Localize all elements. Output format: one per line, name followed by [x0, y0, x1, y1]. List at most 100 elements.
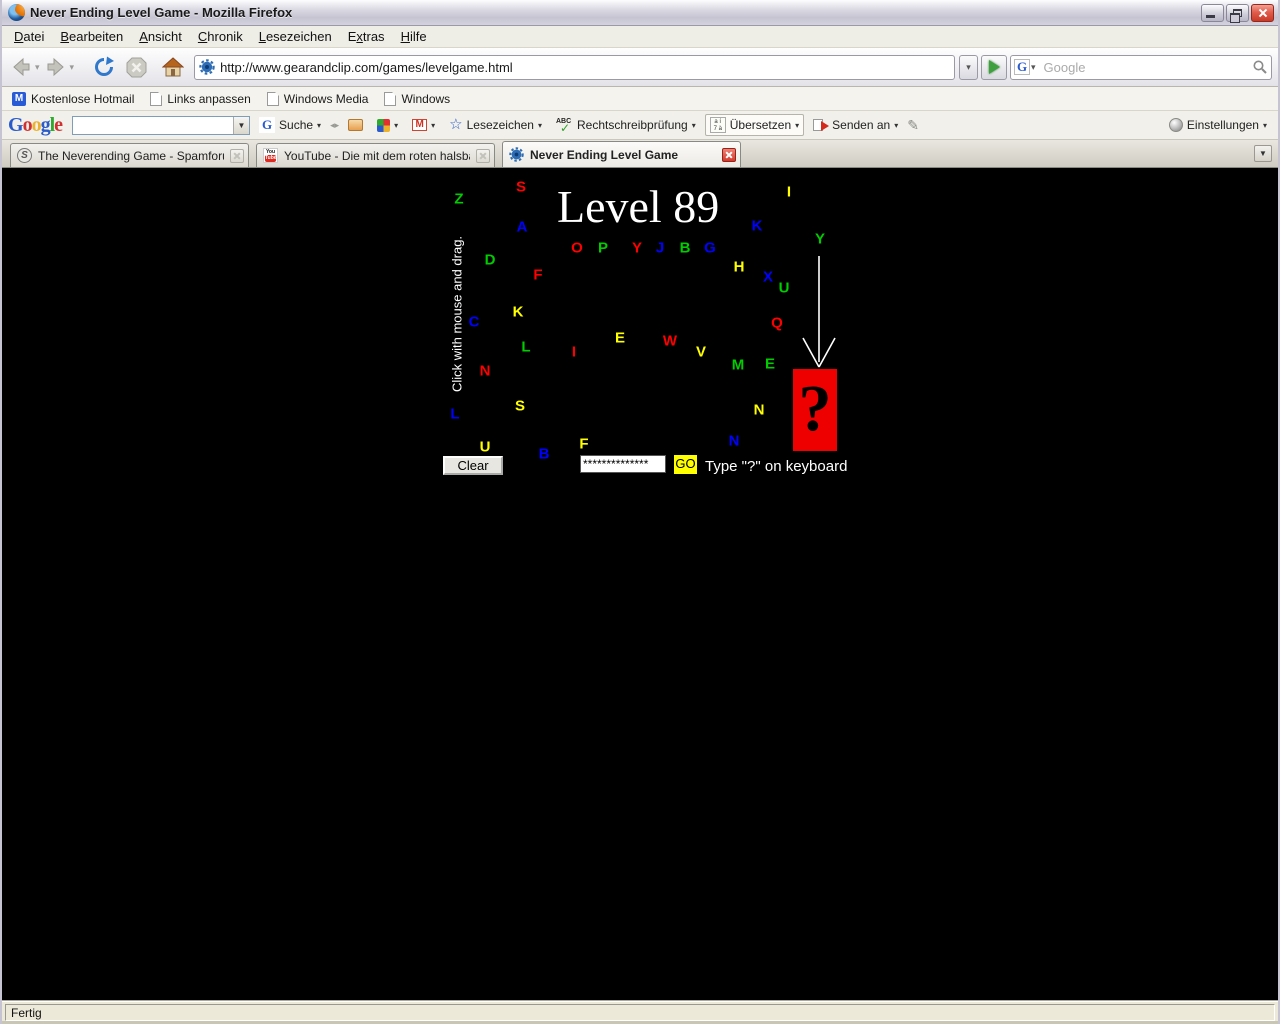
home-button[interactable]	[160, 52, 186, 82]
game-letter-n[interactable]: N	[729, 433, 740, 450]
forward-dropdown-icon[interactable]: ▾	[70, 62, 75, 73]
stop-button[interactable]	[123, 52, 150, 82]
game-letter-n[interactable]: N	[754, 402, 765, 419]
highlighter-icon[interactable]: ✎	[907, 117, 919, 134]
share-button[interactable]: ▾	[372, 116, 403, 135]
game-letter-u[interactable]: U	[779, 280, 790, 297]
reload-button[interactable]	[91, 52, 117, 82]
bookmark-item[interactable]: Links anpassen	[146, 90, 258, 108]
pagerank-button[interactable]	[343, 116, 368, 134]
hotmail-icon: M	[12, 92, 26, 106]
menu-datei[interactable]: Datei	[6, 27, 52, 46]
magnifier-icon[interactable]	[1252, 59, 1268, 75]
url-input[interactable]	[220, 60, 950, 75]
game-letter-s[interactable]: S	[516, 179, 526, 196]
bookmark-item[interactable]: Windows Media	[263, 90, 377, 108]
status-bar: Fertig	[2, 1000, 1278, 1024]
url-history-dropdown[interactable]: ▾	[959, 55, 978, 80]
game-letter-w[interactable]: W	[663, 333, 677, 350]
clear-button[interactable]: Clear	[443, 456, 503, 475]
game-letter-f[interactable]: F	[579, 436, 588, 453]
game-letter-h[interactable]: H	[734, 259, 745, 276]
menu-chronik[interactable]: Chronik	[190, 27, 251, 46]
game-letter-b[interactable]: B	[680, 240, 691, 257]
game-letter-j[interactable]: J	[656, 240, 664, 257]
tab-inactive[interactable]: SThe Neverending Game - Spamforum -...	[10, 143, 249, 167]
google-search-dropdown-icon[interactable]: ▼	[233, 117, 249, 134]
bookmark-item[interactable]: Windows	[380, 90, 458, 108]
game-letter-g[interactable]: G	[704, 240, 716, 257]
game-letter-k[interactable]: K	[513, 304, 524, 321]
game-letter-e[interactable]: E	[615, 330, 625, 347]
game-letter-y[interactable]: Y	[815, 231, 825, 248]
translate-button[interactable]: a í 7 à Übersetzen ▾	[705, 114, 804, 136]
menu-ansicht[interactable]: Ansicht	[131, 27, 190, 46]
game-letter-z[interactable]: Z	[454, 191, 463, 208]
game-letter-e[interactable]: E	[765, 356, 775, 373]
google-search-input[interactable]	[73, 117, 233, 134]
game-letter-i[interactable]: I	[572, 344, 576, 361]
drag-instruction-vertical: Click with mouse and drag.	[450, 236, 465, 392]
back-button[interactable]	[8, 52, 34, 82]
pagerank-icon	[348, 119, 363, 131]
game-letter-o[interactable]: O	[571, 240, 583, 257]
back-arrow-icon	[10, 56, 32, 78]
settings-button[interactable]: Einstellungen ▾	[1164, 115, 1272, 135]
game-letter-d[interactable]: D	[485, 252, 496, 269]
minimize-button[interactable]	[1201, 4, 1224, 22]
tab-inactive[interactable]: YouTubeYouTube - Die mit dem roten halsb…	[256, 143, 495, 167]
forward-button[interactable]	[43, 52, 69, 82]
password-input[interactable]	[580, 455, 666, 473]
go-button[interactable]: GO	[674, 455, 697, 474]
go-navigate-button[interactable]	[981, 55, 1007, 80]
stop-icon	[125, 56, 148, 79]
game-letter-b[interactable]: B	[539, 446, 550, 463]
lesezeichen-button[interactable]: ☆ Lesezeichen ▾	[444, 115, 547, 135]
send-to-button[interactable]: Senden an ▾	[808, 115, 903, 135]
google-search-field[interactable]: ▼	[72, 116, 250, 135]
web-search-box[interactable]: G ▾	[1010, 55, 1272, 80]
restore-button[interactable]	[1226, 4, 1249, 22]
game-letter-n[interactable]: N	[480, 363, 491, 380]
chevron-down-icon: ▾	[795, 121, 799, 130]
mystery-question-box[interactable]: ?	[793, 369, 837, 451]
url-bar[interactable]	[194, 55, 955, 80]
bookmark-item[interactable]: MKostenlose Hotmail	[8, 90, 142, 108]
menu-bearbeiten[interactable]: Bearbeiten	[52, 27, 131, 46]
game-letter-f[interactable]: F	[533, 267, 542, 284]
game-letter-y[interactable]: Y	[632, 240, 642, 257]
game-letter-l[interactable]: L	[450, 406, 459, 423]
game-letter-i[interactable]: I	[787, 184, 791, 201]
gmail-button[interactable]: M ▾	[407, 116, 440, 134]
back-dropdown-icon[interactable]: ▾	[35, 62, 40, 73]
search-engine-dropdown-icon[interactable]: ▾	[1031, 62, 1036, 73]
game-letter-k[interactable]: K	[752, 218, 763, 235]
tab-close-icon[interactable]	[230, 149, 244, 163]
menu-hilfe[interactable]: Hilfe	[393, 27, 435, 46]
translate-icon: a í 7 à	[710, 117, 726, 133]
navigation-toolbar: ▾ ▾ ▾ G ▾	[2, 48, 1278, 87]
web-search-input[interactable]	[1044, 60, 1252, 75]
game-letter-v[interactable]: V	[696, 344, 706, 361]
game-letter-q[interactable]: Q	[771, 315, 783, 332]
game-letter-c[interactable]: C	[469, 314, 480, 331]
game-letter-l[interactable]: L	[521, 339, 530, 356]
tab-close-icon[interactable]	[476, 149, 490, 163]
game-letter-x[interactable]: X	[763, 269, 773, 286]
game-letter-s[interactable]: S	[515, 398, 525, 415]
game-letter-p[interactable]: P	[598, 240, 608, 257]
toolbar-handle-icon[interactable]: ◂▸	[330, 120, 339, 131]
google-suche-button[interactable]: G Suche ▾	[254, 114, 326, 136]
tab-overflow-dropdown[interactable]: ▼	[1254, 145, 1272, 162]
spellcheck-button[interactable]: ABC ✓ Rechtschreibprüfung ▾	[551, 115, 701, 136]
game-letter-a[interactable]: A	[517, 219, 528, 236]
menu-lesezeichen[interactable]: Lesezeichen	[251, 27, 340, 46]
youtube-icon: YouTube	[263, 148, 278, 163]
close-button[interactable]	[1251, 4, 1274, 22]
tab-active[interactable]: Never Ending Level Game	[502, 141, 741, 167]
menu-extras[interactable]: Extras	[340, 27, 393, 46]
game-letter-m[interactable]: M	[732, 357, 745, 374]
chevron-down-icon: ▾	[894, 121, 898, 130]
game-letter-u[interactable]: U	[480, 439, 491, 456]
tab-close-icon[interactable]	[722, 148, 736, 162]
